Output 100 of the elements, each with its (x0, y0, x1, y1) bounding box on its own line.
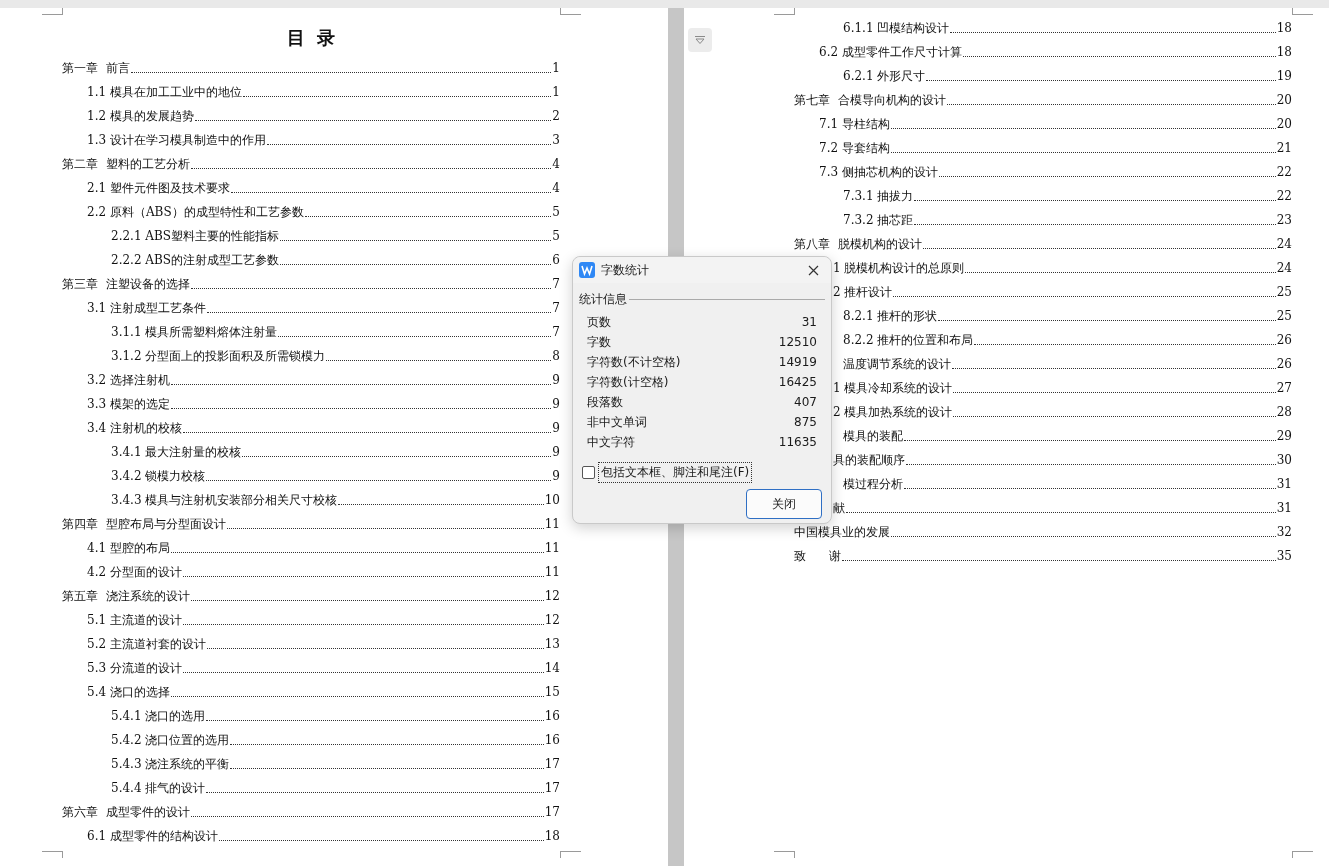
stat-label: 中文字符 (587, 433, 635, 451)
toc-entry-title: 2 模具加热系统的设计 (833, 403, 953, 421)
page-number: 31 (1276, 501, 1292, 515)
page-number: 1 (552, 61, 560, 75)
toc-entry-title: 2 推杆设计 (833, 283, 893, 301)
page-number: 5 (552, 229, 560, 243)
page-number: 20 (1276, 93, 1292, 107)
toc-entry-title: 5.4.3 浇注系统的平衡 (111, 755, 230, 773)
corner-mark (774, 851, 795, 858)
page-number: 11 (544, 565, 560, 579)
toc-entry-title: 6.1 成型零件的结构设计 (87, 827, 218, 845)
corner-mark (1292, 851, 1313, 858)
page-number: 16 (544, 709, 560, 723)
dialog-title: 字数统计 (601, 261, 650, 279)
stat-label: 字符数(计空格) (587, 373, 669, 391)
page-number: 15 (544, 685, 560, 699)
close-dialog-button[interactable]: 关闭 (746, 489, 822, 519)
toc-entry-title: 4.2 分型面的设计 (87, 563, 182, 581)
page-number: 18 (544, 829, 560, 843)
toc-entry-title: 2.2.1 ABS塑料主要的性能指标 (111, 227, 280, 245)
stat-value: 16425 (778, 375, 817, 389)
toc-entry-title: 5.2 主流道衬套的设计 (87, 635, 206, 653)
page-number: 27 (1276, 381, 1292, 395)
corner-mark (774, 8, 795, 15)
toc-entry-title: 8.2.2 推杆的位置和布局 (843, 331, 974, 349)
page-number: 9 (552, 421, 560, 435)
toc-entry-title: 第三章 注塑设备的选择 (62, 275, 190, 293)
toc-entry-title: 6.2.1 外形尺寸 (843, 67, 926, 85)
corner-mark (42, 8, 63, 15)
checkbox-label[interactable]: 包括文本框、脚注和尾注(F) (598, 462, 753, 483)
corner-mark (1292, 8, 1313, 15)
toc-entry-title: 3.3 模架的选定 (87, 395, 170, 413)
page-number: 31 (1276, 477, 1292, 491)
page-number: 10 (544, 493, 560, 507)
page-number: 8 (552, 349, 560, 363)
toc-entry-title: 3.4.3 模具与注射机安装部分相关尺寸校核 (111, 491, 338, 509)
page-number: 3 (552, 133, 560, 147)
toc-entry-title: 1.1 模具在加工工业中的地位 (87, 83, 242, 101)
stat-value: 11635 (778, 435, 817, 449)
toc-entry-title: 3.4.1 最大注射量的校核 (111, 443, 242, 461)
page-number: 4 (552, 181, 560, 195)
toc-entry-title: 7.3 侧抽芯机构的设计 (819, 163, 938, 181)
toc-entry-title: 1 脱模机构设计的总原则 (833, 259, 965, 277)
toc-entry-title: 3.1.2 分型面上的投影面积及所需锁模力 (111, 347, 326, 365)
toc-entry-title: 第二章 塑料的工艺分析 (62, 155, 190, 173)
toc-entry-title: 4.1 型腔的布局 (87, 539, 170, 557)
page-number: 11 (544, 541, 560, 555)
page-number: 12 (544, 613, 560, 627)
page-number: 13 (544, 637, 560, 651)
toc-entry-title: 5.4.2 浇口位置的选用 (111, 731, 230, 749)
toc-entry-title: 1.2 模具的发展趋势 (87, 107, 194, 125)
page-number: 7 (552, 325, 560, 339)
toc-entry-title: 第一章 前言 (62, 59, 130, 77)
stat-label: 非中文单词 (587, 413, 647, 431)
page-number: 12 (544, 589, 560, 603)
toc-entry-title: 1 模具冷却系统的设计 (833, 379, 953, 397)
page-number: 17 (544, 781, 560, 795)
corner-mark (560, 851, 581, 858)
page-number: 22 (1276, 165, 1292, 179)
toc-entry-title: 第八章 脱模机构的设计 (794, 235, 922, 253)
page-number: 35 (1276, 549, 1292, 563)
toc-entry-title: 温度调节系统的设计 (843, 355, 951, 373)
toc-entry-title: 1.3 设计在学习模具制造中的作用 (87, 131, 266, 149)
toc-entry-title: 第六章 成型零件的设计 (62, 803, 190, 821)
stat-value: 407 (794, 395, 817, 409)
page-number: 9 (552, 469, 560, 483)
toc-entry-title: 第七章 合模导向机构的设计 (794, 91, 946, 109)
page-number: 32 (1276, 525, 1292, 539)
toc-entry-title: 2.2.2 ABS的注射成型工艺参数 (111, 251, 280, 269)
corner-mark (560, 8, 581, 15)
triangle-down-icon (694, 35, 706, 45)
page-number: 25 (1276, 285, 1292, 299)
page-number: 17 (544, 757, 560, 771)
stat-label: 段落数 (587, 393, 623, 411)
toc-entry-title: 7.2 导套结构 (819, 139, 890, 157)
page-number: 18 (1276, 21, 1292, 35)
stat-value: 12510 (778, 335, 817, 349)
toc-entry-title: 模具的装配 (843, 427, 903, 445)
page-number: 1 (552, 85, 560, 99)
checkbox[interactable] (582, 466, 595, 479)
toc-entry-title: 7.3.2 抽芯距 (843, 211, 914, 229)
page-number: 24 (1276, 237, 1292, 251)
toc-entry-title: 3.4.2 锁模力校核 (111, 467, 206, 485)
page-number: 5 (552, 205, 560, 219)
page-number: 11 (544, 517, 560, 531)
page-number: 25 (1276, 309, 1292, 323)
toc-entry-title: 致 谢 (794, 547, 841, 565)
page-number: 7 (552, 277, 560, 291)
toc-entry-title: 3.1 注射成型工艺条件 (87, 299, 206, 317)
page-number: 16 (544, 733, 560, 747)
page-number: 18 (1276, 45, 1292, 59)
page-number: 23 (1276, 213, 1292, 227)
navigation-toggle-button[interactable] (688, 28, 712, 52)
toc-entry-title: 5.1 主流道的设计 (87, 611, 182, 629)
toc-entry-title: 献 (833, 499, 845, 517)
page-number: 22 (1276, 189, 1292, 203)
page-number: 9 (552, 397, 560, 411)
toc-entry-title: 2.2 原料（ABS）的成型特性和工艺参数 (87, 203, 304, 221)
page-number: 9 (552, 445, 560, 459)
page-number: 29 (1276, 429, 1292, 443)
